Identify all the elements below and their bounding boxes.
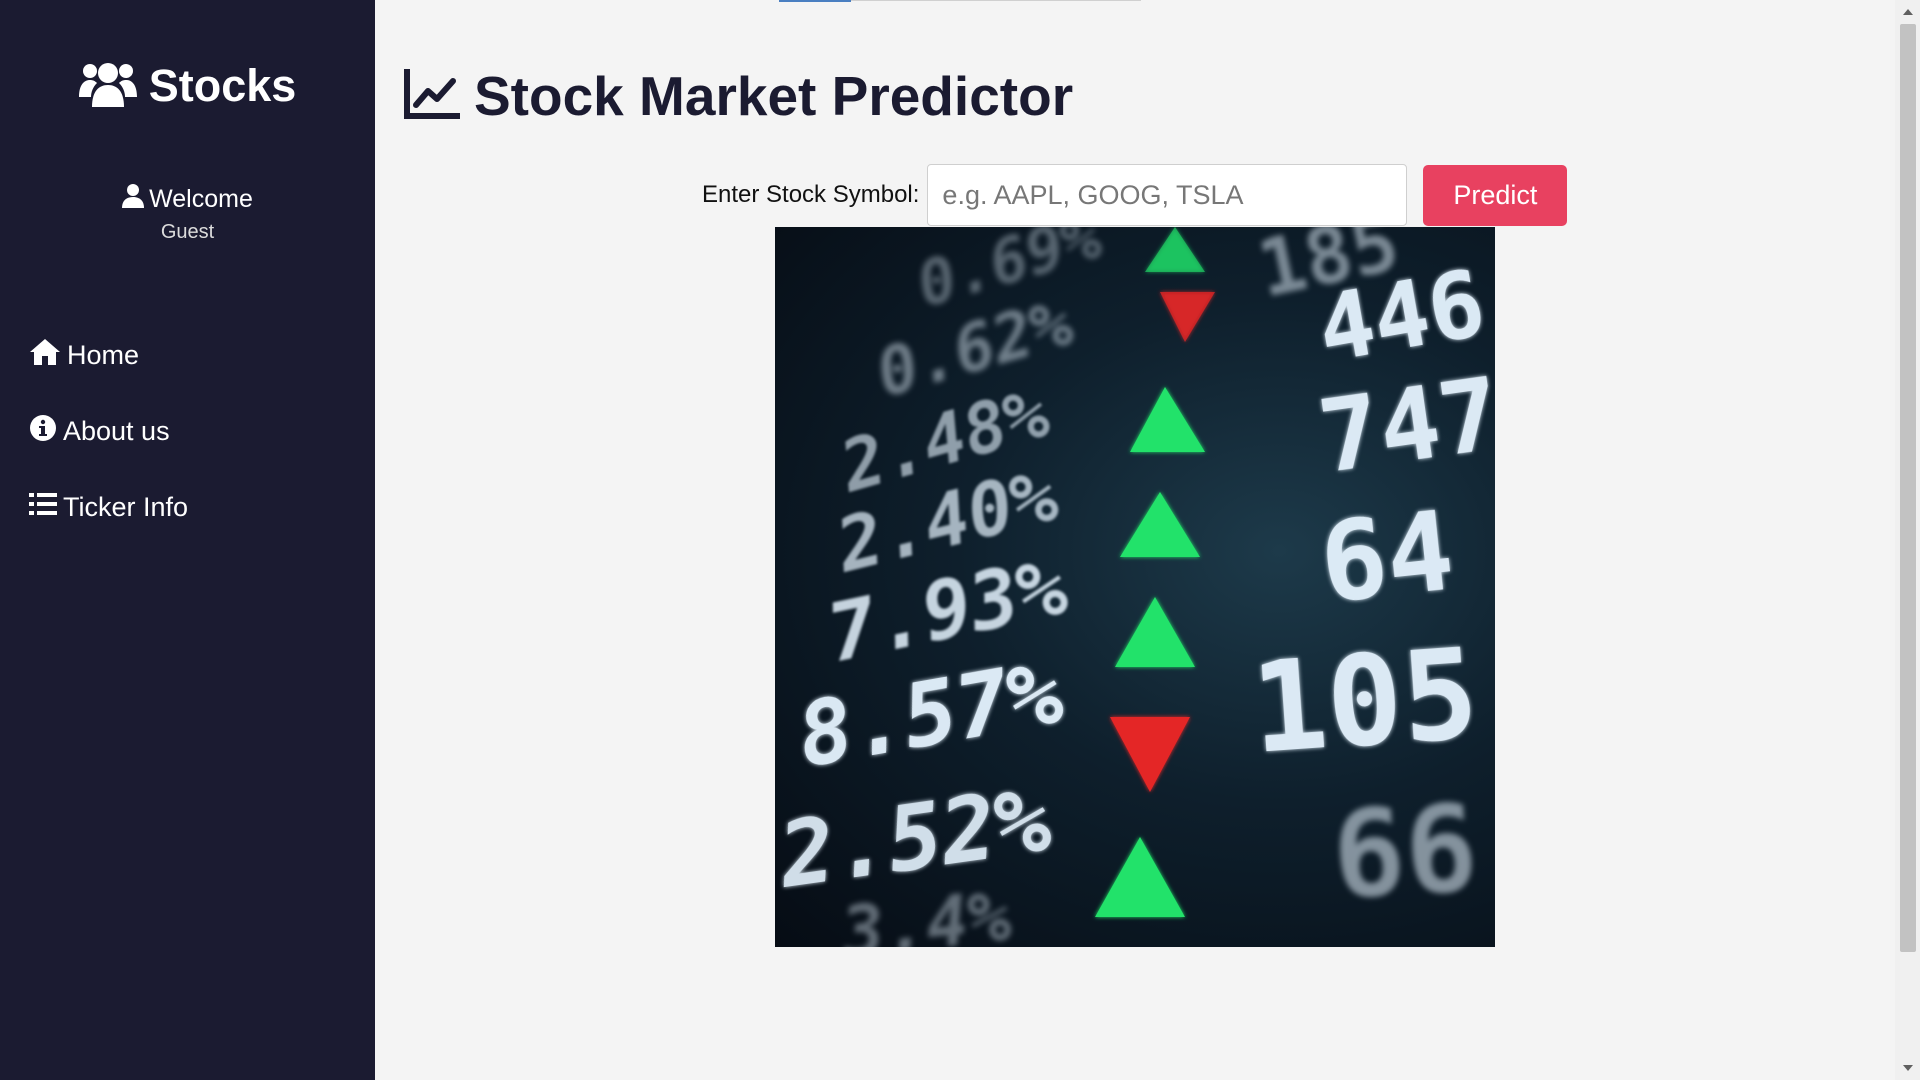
- top-accent-bar: [779, 0, 851, 2]
- up-arrow-icon: [1130, 387, 1205, 452]
- scroll-down-arrow-icon[interactable]: [1895, 1058, 1920, 1078]
- brand-title: Stocks: [148, 60, 297, 111]
- sidebar-item-label: Ticker Info: [63, 491, 189, 522]
- users-icon: [78, 61, 137, 112]
- stock-symbol-input[interactable]: [927, 164, 1408, 226]
- welcome-line: Welcome: [0, 184, 375, 215]
- up-arrow-icon: [1145, 227, 1205, 272]
- stock-ticker-hero-image: 0.69% 0.62% 2.48% 2.40% 7.93% 8.57% 2.52…: [775, 227, 1495, 947]
- welcome-text: Welcome: [149, 185, 253, 213]
- user-icon: [122, 184, 145, 215]
- sidebar-nav: Home About us Ticker Info: [29, 330, 188, 558]
- stock-symbol-label: Enter Stock Symbol:: [702, 181, 920, 208]
- ticker-price: 66: [1329, 780, 1481, 926]
- sidebar-item-ticker-info[interactable]: Ticker Info: [29, 482, 188, 532]
- ticker-price: 747: [1312, 355, 1495, 496]
- ticker-price: 105: [1247, 622, 1482, 782]
- list-icon: [29, 492, 57, 523]
- sidebar-item-home[interactable]: Home: [29, 330, 188, 380]
- user-name: Guest: [160, 221, 215, 243]
- page-header: Stock Market Predictor: [404, 64, 1073, 128]
- brand[interactable]: Stocks: [0, 60, 375, 112]
- app-root: Stocks Welcome Guest Home About us Ticke…: [0, 0, 1920, 1080]
- sidebar-item-about[interactable]: About us: [29, 406, 188, 456]
- main-content: Stock Market Predictor Enter Stock Symbo…: [375, 0, 1895, 1080]
- user-welcome: Welcome Guest: [0, 184, 375, 244]
- down-arrow-icon: [1160, 292, 1215, 342]
- up-arrow-icon: [1095, 837, 1185, 917]
- sidebar-item-label: About us: [63, 415, 170, 446]
- up-arrow-icon: [1115, 597, 1195, 667]
- sidebar-item-label: Home: [67, 339, 140, 370]
- predict-button[interactable]: Predict: [1423, 164, 1568, 226]
- scroll-up-arrow-icon[interactable]: [1895, 2, 1920, 22]
- info-icon: [29, 414, 57, 449]
- top-accent-line: [851, 0, 1141, 1]
- ticker-board-illustration: 0.69% 0.62% 2.48% 2.40% 7.93% 8.57% 2.52…: [775, 227, 1495, 947]
- home-icon: [29, 338, 61, 373]
- page-title: Stock Market Predictor: [474, 65, 1074, 127]
- up-arrow-icon: [1120, 492, 1200, 557]
- scrollbar-thumb[interactable]: [1900, 24, 1916, 952]
- sidebar: Stocks Welcome Guest Home About us Ticke…: [0, 0, 375, 1080]
- down-arrow-icon: [1110, 717, 1190, 792]
- vertical-scrollbar[interactable]: [1895, 0, 1920, 1080]
- predict-form: Enter Stock Symbol: Predict: [702, 164, 1568, 226]
- ticker-percent: 8.57%: [791, 640, 1070, 787]
- line-chart-icon: [404, 67, 461, 124]
- ticker-price: 64: [1314, 487, 1459, 628]
